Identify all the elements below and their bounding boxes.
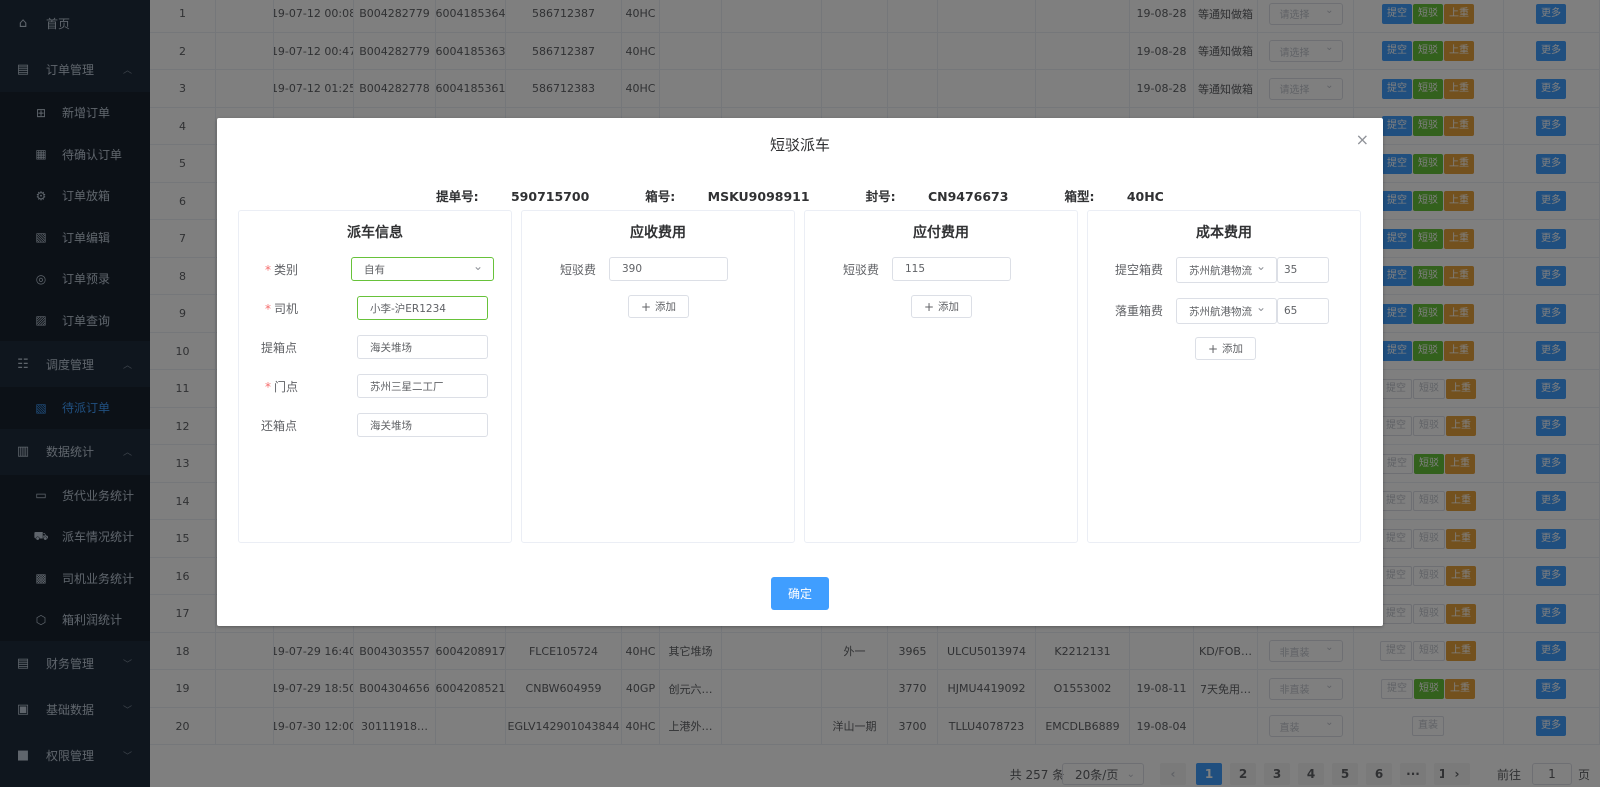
- seal-value: CN9476673: [927, 189, 1009, 204]
- pickup-cost-label: 提空箱费: [1115, 263, 1164, 277]
- pickup-cost-row: 提空箱费 苏州航港物流 35: [1088, 257, 1360, 283]
- bill-label: 提单号:: [436, 189, 479, 204]
- driver-input[interactable]: 小李-沪ER1234: [357, 296, 488, 320]
- door-input[interactable]: 苏州三星二工厂: [357, 374, 488, 398]
- drop-cost-label: 落重箱费: [1115, 304, 1164, 318]
- seal-label: 封号:: [865, 189, 896, 204]
- pickup-row: 提箱点 海关堆场: [239, 335, 511, 359]
- panel-title: 应付费用: [913, 225, 969, 241]
- payable-fee-label: 短驳费: [843, 263, 880, 277]
- return-label: 还箱点: [261, 419, 298, 433]
- panel-title: 派车信息: [347, 225, 403, 241]
- category-label-text: 类别: [274, 263, 299, 277]
- bill-info: 提单号: 590715700: [422, 186, 603, 205]
- driver-row: * 司机 小李-沪ER1234: [239, 296, 511, 320]
- confirm-button[interactable]: 确定: [771, 577, 829, 610]
- add-label: 添加: [655, 301, 677, 313]
- plus-icon: +: [640, 299, 652, 314]
- drop-vendor-select[interactable]: 苏州航港物流: [1176, 298, 1277, 324]
- drop-cost-input[interactable]: 65: [1277, 298, 1329, 324]
- pickup-label: 提箱点: [261, 341, 298, 355]
- return-input[interactable]: 海关堆场: [357, 413, 488, 437]
- cost-add-button[interactable]: + 添加: [1195, 337, 1256, 360]
- type-info: 箱型: 40HC: [1050, 186, 1177, 205]
- driver-label: * 司机: [265, 302, 299, 316]
- receivable-add-button[interactable]: + 添加: [628, 295, 689, 318]
- type-value: 40HC: [1126, 189, 1164, 204]
- driver-label-text: 司机: [274, 302, 299, 316]
- category-row: * 类别 自有: [239, 257, 511, 281]
- box-label: 箱号:: [645, 189, 676, 204]
- door-label-text: 门点: [274, 380, 299, 394]
- box-value: MSKU9098911: [707, 189, 810, 204]
- pickup-input[interactable]: 海关堆场: [357, 335, 488, 359]
- box-info: 箱号: MSKU9098911: [631, 186, 823, 205]
- bill-value: 590715700: [510, 189, 590, 204]
- short-haul-dispatch-dialog: 短驳派车 × 提单号: 590715700 箱号: MSKU9098911 封号…: [217, 118, 1383, 626]
- add-label: 添加: [1222, 343, 1244, 355]
- plus-icon: +: [923, 299, 935, 314]
- dispatch-info-panel: 派车信息 *类别 自有 *司机 小李-沪ER1234 提箱点 海关堆场 *门点 …: [238, 210, 512, 543]
- close-icon[interactable]: ×: [1356, 130, 1369, 149]
- receivable-panel: 应收费用 短驳费 390 + 添加: [521, 210, 795, 543]
- add-label: 添加: [938, 301, 960, 313]
- payable-fee-input[interactable]: 115: [892, 257, 1011, 281]
- receivable-fee-row: 短驳费 390: [522, 257, 794, 281]
- door-label: * 门点: [265, 380, 299, 394]
- payable-fee-row: 短驳费 115: [805, 257, 1077, 281]
- payable-add-button[interactable]: + 添加: [911, 295, 972, 318]
- seal-info: 封号: CN9476673: [852, 186, 1023, 205]
- drop-cost-row: 落重箱费 苏州航港物流 65: [1088, 298, 1360, 324]
- payable-panel: 应付费用 短驳费 115 + 添加: [804, 210, 1078, 543]
- receivable-fee-label: 短驳费: [560, 263, 597, 277]
- panel-title: 成本费用: [1196, 225, 1252, 241]
- category-label: * 类别: [265, 263, 299, 277]
- type-label: 箱型:: [1064, 189, 1095, 204]
- panel-title: 应收费用: [630, 225, 686, 241]
- receivable-fee-input[interactable]: 390: [609, 257, 728, 281]
- category-select[interactable]: 自有: [351, 257, 494, 281]
- pickup-cost-input[interactable]: 35: [1277, 257, 1329, 283]
- dialog-title: 短驳派车: [769, 136, 830, 154]
- return-row: 还箱点 海关堆场: [239, 413, 511, 437]
- plus-icon: +: [1207, 341, 1219, 356]
- pickup-vendor-select[interactable]: 苏州航港物流: [1176, 257, 1277, 283]
- cost-panel: 成本费用 提空箱费 苏州航港物流 35 落重箱费 苏州航港物流 65 +添加: [1087, 210, 1361, 543]
- container-info-line: 提单号: 590715700 箱号: MSKU9098911 封号: CN947…: [217, 186, 1383, 205]
- door-row: * 门点 苏州三星二工厂: [239, 374, 511, 398]
